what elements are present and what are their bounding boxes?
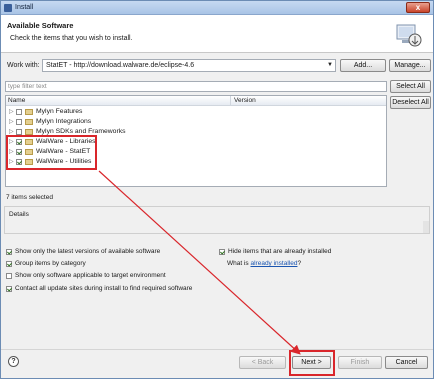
details-group: Details — [4, 206, 430, 234]
wizard-header: Available Software Check the items that … — [1, 15, 433, 53]
already-installed-link[interactable]: already installed — [250, 260, 297, 267]
target-environment-checkbox[interactable] — [6, 273, 12, 279]
walware-highlight-box — [6, 135, 97, 170]
help-icon[interactable]: ? — [8, 356, 19, 367]
details-scrollbar[interactable] — [423, 221, 429, 233]
items-selected-count: 7 items selected — [6, 194, 53, 201]
work-with-combo[interactable]: StatET - http://download.walware.de/ecli… — [42, 59, 336, 72]
category-folder-icon — [25, 109, 33, 115]
expand-arrow-icon[interactable]: ▷ — [9, 128, 14, 135]
column-divider[interactable] — [230, 96, 231, 106]
work-with-label: Work with: — [7, 62, 40, 69]
what-is-installed-text: What is already installed? — [227, 260, 301, 267]
hide-installed-checkbox[interactable] — [219, 249, 225, 255]
row-label: Mylyn Features — [36, 108, 83, 115]
finish-button[interactable]: Finish — [338, 356, 382, 369]
tree-header: Name Version — [6, 96, 386, 106]
column-name[interactable]: Name — [8, 97, 25, 104]
latest-versions-label: Show only the latest versions of availab… — [15, 248, 161, 255]
details-label: Details — [9, 211, 29, 218]
window-title: Install — [15, 4, 34, 11]
page-subtitle: Check the items that you wish to install… — [10, 35, 133, 42]
latest-versions-checkbox[interactable] — [6, 249, 12, 255]
row-checkbox[interactable] — [16, 109, 22, 115]
eclipse-app-icon — [4, 4, 12, 12]
column-version[interactable]: Version — [234, 97, 256, 104]
contact-sites-checkbox[interactable] — [6, 286, 12, 292]
cancel-button[interactable]: Cancel — [385, 356, 428, 369]
tree-row[interactable]: ▷ Mylyn Integrations — [6, 117, 386, 127]
filter-input[interactable]: type filter text — [5, 81, 387, 92]
page-title: Available Software — [7, 21, 74, 30]
install-wizard-icon — [396, 24, 422, 47]
category-folder-icon — [25, 119, 33, 125]
contact-sites-label: Contact all update sites during install … — [15, 285, 193, 292]
what-is-suffix: ? — [297, 260, 302, 267]
work-with-value: StatET - http://download.walware.de/ecli… — [46, 62, 195, 69]
group-by-category-checkbox[interactable] — [6, 261, 12, 267]
manage-button[interactable]: Manage... — [389, 59, 431, 72]
chevron-down-icon[interactable]: ▼ — [327, 60, 333, 71]
group-by-category-label: Group items by category — [15, 260, 86, 267]
hide-installed-label: Hide items that are already installed — [228, 248, 332, 255]
back-button[interactable]: < Back — [239, 356, 286, 369]
add-button[interactable]: Add... — [340, 59, 386, 72]
expand-arrow-icon[interactable]: ▷ — [9, 118, 14, 125]
tree-row[interactable]: ▷ Mylyn Features — [6, 107, 386, 117]
next-highlight-box — [289, 350, 335, 376]
row-label: Mylyn Integrations — [36, 118, 92, 125]
annotation-arrow — [98, 170, 301, 355]
close-button[interactable]: x — [406, 2, 430, 13]
target-environment-label: Show only software applicable to target … — [15, 272, 166, 279]
row-label: Mylyn SDKs and Frameworks — [36, 128, 126, 135]
footer-divider — [1, 349, 433, 350]
select-all-button[interactable]: Select All — [390, 80, 431, 93]
expand-arrow-icon[interactable]: ▷ — [9, 108, 14, 115]
what-is-prefix: What is — [227, 260, 251, 267]
deselect-all-button[interactable]: Deselect All — [390, 96, 431, 109]
row-checkbox[interactable] — [16, 119, 22, 125]
title-bar: Install x — [1, 1, 433, 15]
install-window: Install x Available Software Check the i… — [0, 0, 434, 379]
